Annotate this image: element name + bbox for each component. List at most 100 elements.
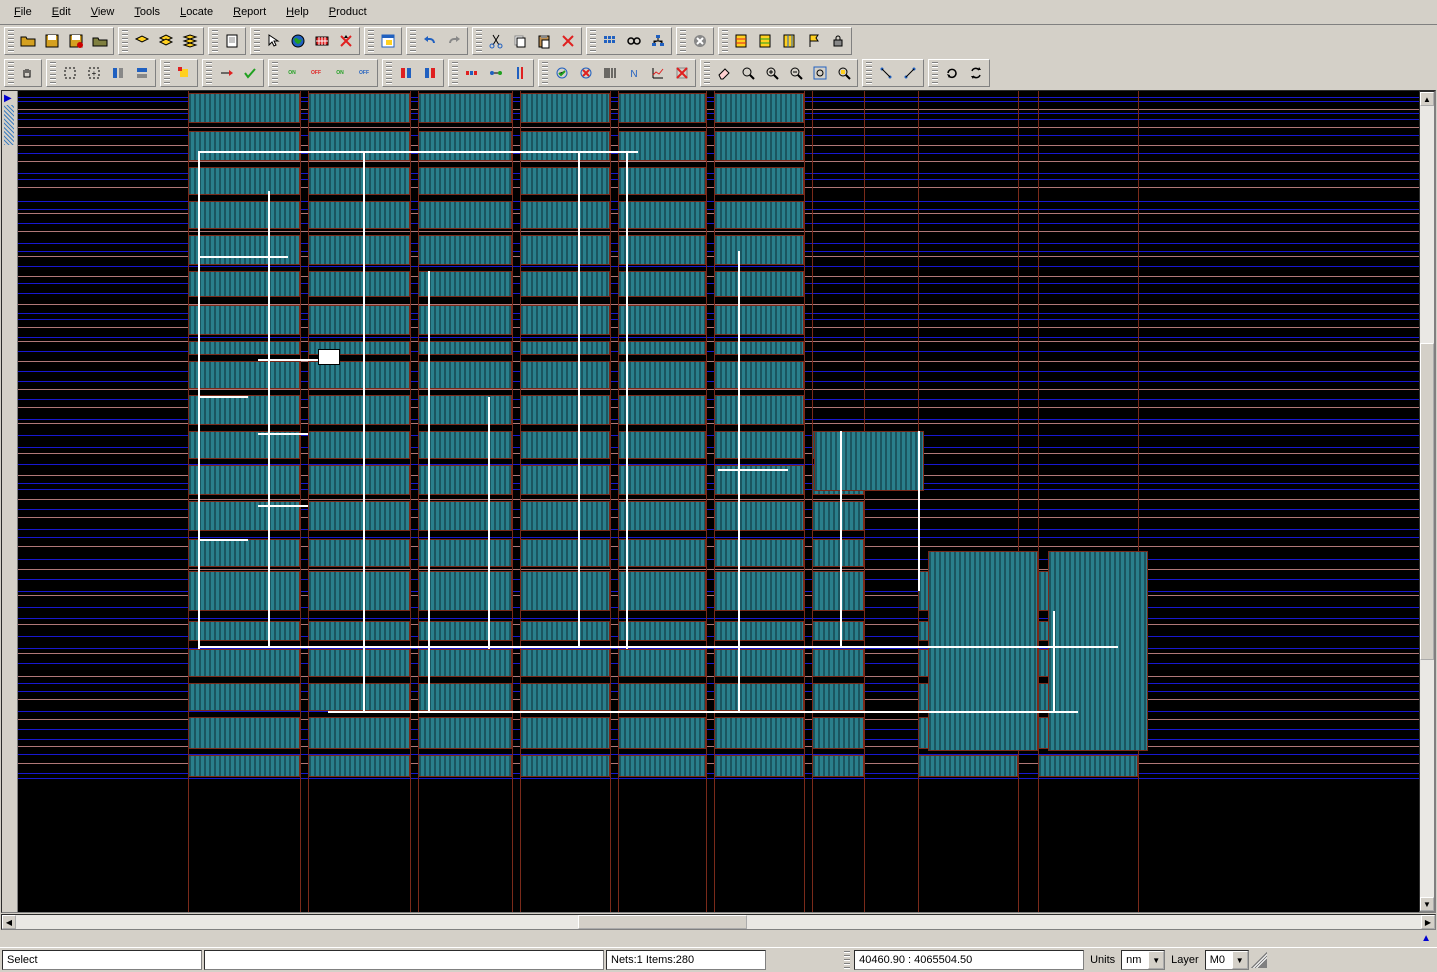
toggle-off-1-button[interactable]: OFF <box>304 61 328 85</box>
drc-check-button[interactable] <box>550 61 574 85</box>
lock-button[interactable] <box>826 29 850 53</box>
align-c2-button[interactable] <box>418 61 442 85</box>
dropdown-icon[interactable]: ▼ <box>1148 951 1164 969</box>
window-button[interactable] <box>376 29 400 53</box>
menu-view[interactable]: View <box>81 2 125 22</box>
delete-arrow-button[interactable] <box>334 29 358 53</box>
cut-button[interactable] <box>484 29 508 53</box>
disable-button[interactable] <box>670 61 694 85</box>
layer-2-button[interactable] <box>154 29 178 53</box>
array-button[interactable] <box>598 29 622 53</box>
expand-up-icon[interactable]: ▲ <box>1421 933 1431 944</box>
close-button[interactable] <box>88 29 112 53</box>
zoom-out-button[interactable] <box>784 61 808 85</box>
hierarchy-button[interactable] <box>646 29 670 53</box>
redo-button[interactable] <box>442 29 466 53</box>
measure-1-button[interactable] <box>730 29 754 53</box>
spread-net-button[interactable] <box>484 61 508 85</box>
layer-label: Layer <box>1167 954 1203 966</box>
vertex-2-button[interactable] <box>898 61 922 85</box>
layer-1-button[interactable] <box>130 29 154 53</box>
copy-button[interactable] <box>508 29 532 53</box>
menu-edit[interactable]: Edit <box>42 2 81 22</box>
menu-report[interactable]: Report <box>223 2 276 22</box>
scroll-down-button[interactable]: ▼ <box>1420 897 1434 911</box>
select-rect-button[interactable] <box>58 61 82 85</box>
hatch-icon <box>4 105 14 145</box>
h-scroll-track[interactable] <box>16 915 1421 929</box>
flag-button[interactable] <box>802 29 826 53</box>
hand-button[interactable] <box>16 61 40 85</box>
pointer-button[interactable] <box>262 29 286 53</box>
toggle-on-1-button[interactable]: ON <box>280 61 304 85</box>
mode-field: Select <box>2 950 202 970</box>
layer-select[interactable]: M0 ▼ <box>1205 950 1249 970</box>
layout-canvas[interactable] <box>18 91 1419 912</box>
message-field <box>204 950 604 970</box>
net-button[interactable]: N <box>622 61 646 85</box>
measure-3-button[interactable] <box>778 29 802 53</box>
menu-tools[interactable]: Tools <box>124 2 170 22</box>
measure-2-button[interactable] <box>754 29 778 53</box>
scroll-up-button[interactable]: ▲ <box>1420 92 1434 106</box>
svg-text:+: + <box>92 69 97 78</box>
select-add-button[interactable]: + <box>82 61 106 85</box>
statusbar: Select Nets:1 Items:280 40460.90 : 40655… <box>0 947 1437 972</box>
coords-field: 40460.90 : 4065504.50 <box>854 950 1084 970</box>
highlight-button[interactable] <box>172 61 196 85</box>
delete-button[interactable] <box>556 29 580 53</box>
h-scroll-thumb[interactable] <box>578 915 747 929</box>
scroll-right-button[interactable]: ▶ <box>1421 915 1435 929</box>
refresh-button[interactable] <box>940 61 964 85</box>
dropdown-icon[interactable]: ▼ <box>1232 951 1248 969</box>
paste-button[interactable] <box>532 29 556 53</box>
save-db-button[interactable] <box>64 29 88 53</box>
units-select[interactable]: nm ▼ <box>1121 950 1165 970</box>
horizontal-scrollbar[interactable]: ◀ ▶ <box>1 914 1436 930</box>
stop-button[interactable] <box>688 29 712 53</box>
globe-button[interactable] <box>286 29 310 53</box>
toggle-on-2-button[interactable]: ON <box>328 61 352 85</box>
v-scroll-track[interactable] <box>1420 106 1434 897</box>
zoom-button[interactable] <box>736 61 760 85</box>
menu-locate[interactable]: Locate <box>170 2 223 22</box>
undo-button[interactable] <box>418 29 442 53</box>
drc-error-button[interactable] <box>574 61 598 85</box>
chain-button[interactable] <box>622 29 646 53</box>
refresh-all-button[interactable] <box>964 61 988 85</box>
grid-button[interactable] <box>310 29 334 53</box>
route-arrow-button[interactable] <box>214 61 238 85</box>
select-row-button[interactable] <box>130 61 154 85</box>
vertex-1-button[interactable] <box>874 61 898 85</box>
toolbar-row-2: + ON OFF ON OFF N <box>0 57 1437 89</box>
toggle-off-2-button[interactable]: OFF <box>352 61 376 85</box>
open-button[interactable] <box>16 29 40 53</box>
scroll-left-button[interactable]: ◀ <box>2 915 16 929</box>
check-button[interactable] <box>238 61 262 85</box>
v-scroll-thumb[interactable] <box>1420 343 1434 659</box>
canvas-area: ▶ ▲ ▼ <box>1 90 1436 913</box>
marker-icon: ▶ <box>4 93 12 104</box>
menu-product[interactable]: Product <box>319 2 377 22</box>
spread-h-button[interactable] <box>460 61 484 85</box>
menu-help[interactable]: Help <box>276 2 319 22</box>
barcode-button[interactable] <box>598 61 622 85</box>
layer-3-button[interactable] <box>178 29 202 53</box>
zoom-in-button[interactable] <box>760 61 784 85</box>
spread-v-button[interactable] <box>508 61 532 85</box>
units-label: Units <box>1086 954 1119 966</box>
resize-grip[interactable] <box>1251 952 1267 968</box>
menu-file[interactable]: File <box>4 2 42 22</box>
chart-button[interactable] <box>646 61 670 85</box>
menubar: File Edit View Tools Locate Report Help … <box>0 0 1437 25</box>
zoom-fit-button[interactable] <box>808 61 832 85</box>
info-field: Nets:1 Items:280 <box>606 950 766 970</box>
align-c1-button[interactable] <box>394 61 418 85</box>
doc-button[interactable] <box>220 29 244 53</box>
vertical-scrollbar[interactable]: ▲ ▼ <box>1419 91 1435 912</box>
eraser-button[interactable] <box>712 61 736 85</box>
zoom-sel-button[interactable] <box>832 61 856 85</box>
select-col-button[interactable] <box>106 61 130 85</box>
save-button[interactable] <box>40 29 64 53</box>
svg-text:N: N <box>630 69 637 80</box>
